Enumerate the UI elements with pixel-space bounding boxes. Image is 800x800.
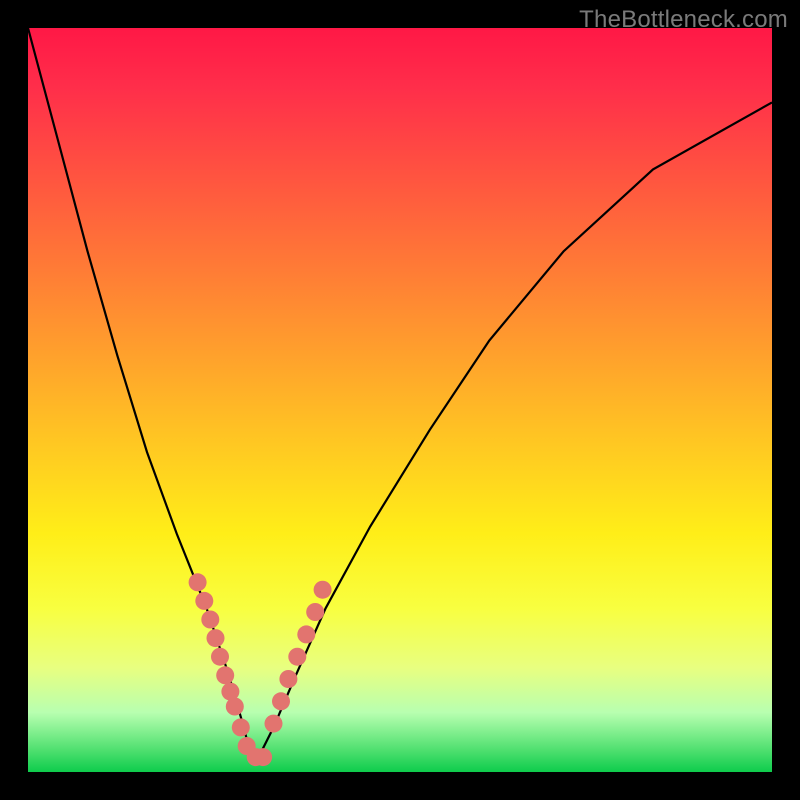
plot-area [28,28,772,772]
marker-point [306,603,324,621]
chart-stage: TheBottleneck.com [0,0,800,800]
marker-point [297,625,315,643]
marker-point [272,692,290,710]
marker-point [211,648,229,666]
marker-group [189,573,332,766]
marker-point [195,592,213,610]
marker-point [207,629,225,647]
bottleneck-curve [28,28,772,757]
chart-svg [28,28,772,772]
marker-point [232,718,250,736]
marker-point [288,648,306,666]
marker-point [279,670,297,688]
marker-point [265,715,283,733]
marker-point [189,573,207,591]
marker-point [226,698,244,716]
marker-point [314,581,332,599]
watermark-text: TheBottleneck.com [579,6,788,34]
marker-point [254,748,272,766]
marker-point [216,666,234,684]
marker-point [201,611,219,629]
